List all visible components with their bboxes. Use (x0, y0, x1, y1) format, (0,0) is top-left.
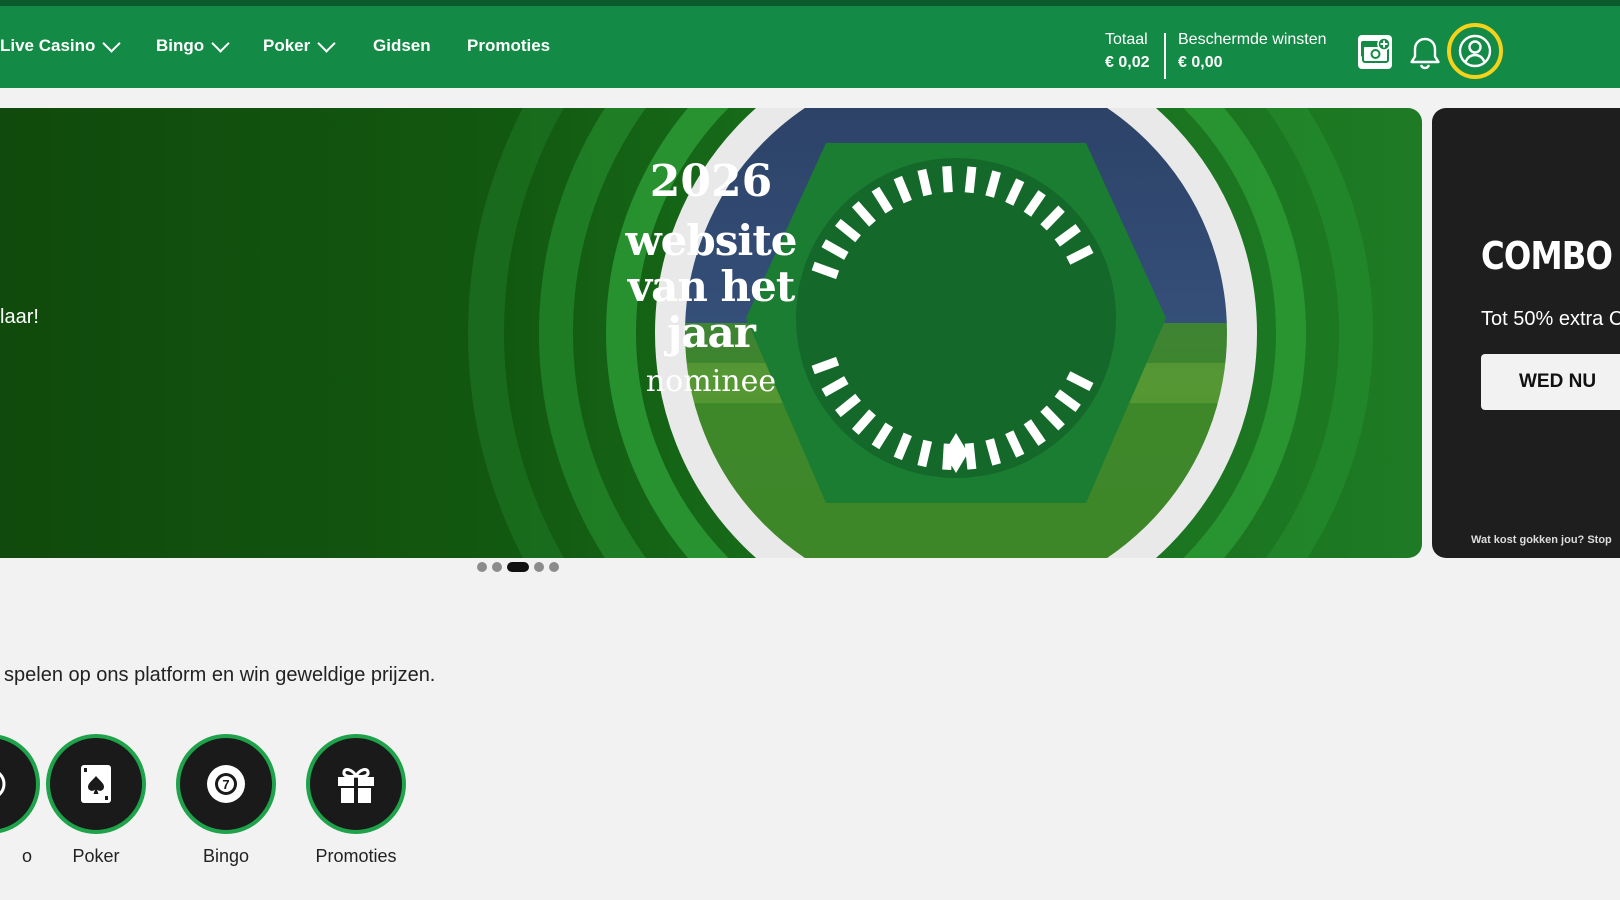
category-circle: 7 (176, 734, 276, 834)
site-header: Live Casino Bingo Poker Gidsen Promoties… (0, 6, 1620, 88)
promo-card-combo[interactable]: COMBO E Tot 50% extra C WED NU Wat kost … (1432, 108, 1620, 558)
total-balance-value: € 0,02 (1105, 54, 1150, 71)
badge-line-jaar: jaar (667, 308, 756, 357)
category-label: o (21, 846, 32, 866)
badge-line-website: website (625, 216, 798, 265)
carousel-dots (477, 562, 559, 572)
nav-live-casino[interactable]: Live Casino (0, 33, 122, 56)
section-subtitle: spelen op ons platform en win geweldige … (4, 664, 436, 686)
nav-promoties[interactable]: Promoties (467, 36, 550, 56)
carousel-dot[interactable] (534, 562, 544, 572)
hero-banner[interactable]: laar! 2026 website van het jaar nominee (0, 108, 1422, 558)
live-casino-icon (0, 772, 6, 796)
badge-line-nominee: nominee (645, 364, 777, 399)
category-circle (46, 734, 146, 834)
carousel-dot-active[interactable] (507, 562, 529, 572)
nav-promoties-label: Promoties (467, 36, 551, 55)
category-label: Promoties (315, 846, 397, 866)
chevron-down-icon (317, 33, 336, 53)
cash-deposit-icon[interactable] (1357, 34, 1393, 70)
category-bingo[interactable]: 7 Bingo (176, 734, 276, 867)
nav-live-casino-label: Live Casino (0, 36, 96, 55)
bingo-ball-icon: 7 (207, 765, 245, 803)
badge-year: 2026 (649, 156, 773, 207)
laurel-tick (964, 442, 977, 470)
nav-gidsen[interactable]: Gidsen (373, 36, 431, 56)
category-poker[interactable]: Poker (46, 734, 146, 867)
nav-bingo[interactable]: Bingo (156, 33, 230, 56)
gift-icon (338, 767, 374, 803)
card-icon (81, 765, 111, 803)
carousel-dot[interactable] (492, 562, 502, 572)
svg-text:7: 7 (222, 777, 229, 792)
bell-icon[interactable] (1408, 35, 1442, 71)
category-circle (0, 734, 40, 834)
nav-bingo-label: Bingo (156, 36, 205, 55)
protected-winnings-value: € 0,00 (1178, 54, 1223, 71)
category-label: Bingo (202, 846, 250, 866)
category-promoties[interactable]: Promoties (306, 734, 406, 867)
nav-poker[interactable]: Poker (263, 33, 336, 56)
responsible-gambling-text: Wat kost gokken jou? Stop (1471, 534, 1612, 546)
carousel-dot[interactable] (477, 562, 487, 572)
total-balance-label: Totaal (1105, 31, 1148, 48)
badge-line-van-het: van het (627, 262, 795, 311)
protected-winnings-label: Beschermde winsten (1178, 31, 1327, 48)
chevron-down-icon (102, 33, 122, 53)
category-circle (306, 734, 406, 834)
user-account-button[interactable] (1447, 23, 1503, 79)
user-account-icon (1458, 34, 1492, 68)
chevron-down-icon (211, 33, 230, 53)
category-label: Poker (72, 846, 120, 866)
protected-winnings[interactable]: Beschermde winsten € 0,00 (1178, 28, 1327, 74)
laurel-tick (917, 439, 933, 468)
balance-divider (1164, 33, 1166, 79)
nav-gidsen-label: Gidsen (373, 36, 431, 55)
wed-nu-button[interactable]: WED NU (1481, 354, 1620, 410)
promo-subtitle: Tot 50% extra C (1481, 308, 1620, 330)
promo-title: COMBO E (1481, 234, 1620, 278)
nav-poker-label: Poker (263, 36, 311, 55)
carousel-dot[interactable] (549, 562, 559, 572)
total-balance[interactable]: Totaal € 0,02 (1105, 28, 1149, 74)
category-live-casino[interactable]: o (0, 734, 40, 867)
